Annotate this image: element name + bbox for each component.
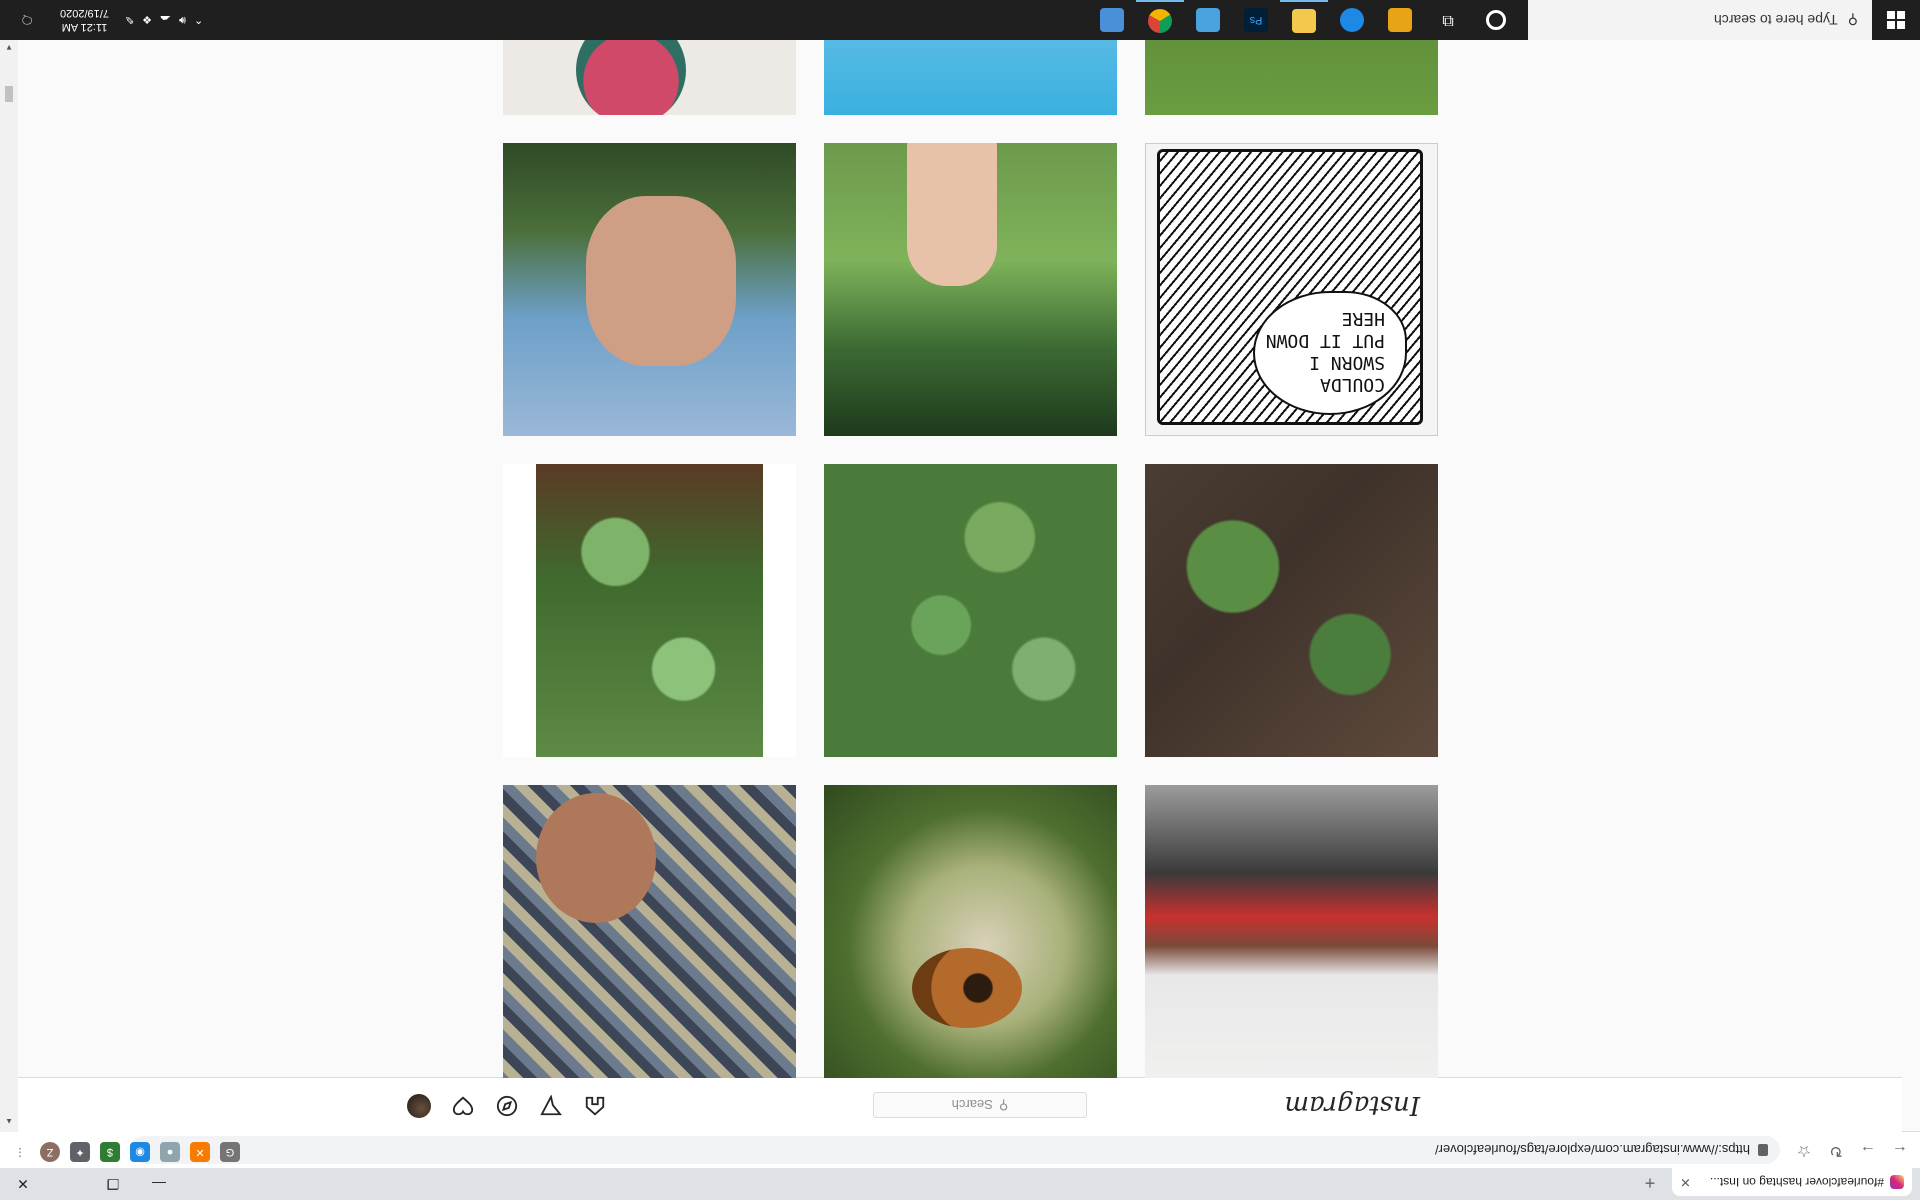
hand-clover-photo[interactable] [824, 143, 1117, 436]
system-tray: ⌃ 🕪 ☁ ❖ ✎ 11:21 AM 7/19/2020 🗨 [0, 0, 203, 40]
clover-leaves-image [536, 464, 763, 757]
activity-icon[interactable] [450, 1093, 476, 1119]
browser-toolbar: ← → ↻ ☆ https://www.instagram.com/explor… [0, 1131, 1920, 1168]
direct-icon[interactable] [538, 1093, 564, 1119]
notifications-icon[interactable]: 🗨 [10, 0, 44, 40]
home-icon[interactable] [582, 1093, 608, 1119]
comic-clover-panel[interactable]: COULDA SWORN I PUT IT DOWN HERE [1145, 143, 1438, 436]
url-text: https://www.instagram.com/explore/tags/f… [1434, 1142, 1750, 1158]
taskbar-search-placeholder: Type here to search [1713, 12, 1838, 28]
avatar [407, 1094, 431, 1118]
forward-icon[interactable]: → [1856, 1138, 1880, 1162]
extension-blue-icon[interactable]: ◉ [130, 1142, 150, 1162]
scroll-up-arrow-icon[interactable]: ▲ [5, 1117, 13, 1126]
comic-text-line: SWORN I [1309, 352, 1385, 373]
browser-tab[interactable]: #fourleafclover hashtag on Inst... ✕ [1672, 1168, 1912, 1196]
tab-close-icon[interactable]: ✕ [1680, 1174, 1691, 1190]
bookmark-icon[interactable]: ☆ [1792, 1138, 1816, 1162]
man-plaid-photo[interactable] [503, 785, 796, 1078]
windows-logo-icon [1887, 11, 1905, 29]
edge-icon[interactable] [1328, 0, 1376, 40]
search-icon: ⚲ [1847, 12, 1858, 29]
comic-text-line: COULDA [1319, 374, 1385, 395]
page-scrollbar[interactable]: ▲ ▼ [0, 38, 18, 1132]
extension-grammarly-icon[interactable]: G [220, 1142, 240, 1162]
cortana-icon[interactable] [1472, 0, 1520, 40]
scroll-down-arrow-icon[interactable]: ▼ [5, 43, 13, 52]
chrome-icon[interactable] [1136, 0, 1184, 40]
grid-row [503, 464, 1438, 757]
address-bar[interactable]: https://www.instagram.com/explore/tags/f… [130, 1136, 1780, 1164]
hand [586, 196, 736, 366]
butterfly-wing [912, 948, 1022, 1028]
instagram-nav-icons [406, 1093, 608, 1119]
man-head [536, 793, 656, 923]
grid-row [503, 785, 1438, 1078]
clover-soil-photo[interactable] [1145, 464, 1438, 757]
post-grid: COULDA SWORN I PUT IT DOWN HERE [503, 0, 1438, 1078]
reload-icon[interactable]: ↻ [1824, 1138, 1848, 1162]
search-placeholder: Search [951, 1097, 993, 1113]
settings-icon[interactable] [1088, 0, 1136, 40]
new-tab-button[interactable]: + [1638, 1172, 1662, 1194]
instagram-search-input[interactable]: ⚲ Search [873, 1092, 1087, 1118]
grid-row: COULDA SWORN I PUT IT DOWN HERE [503, 143, 1438, 436]
resin-butterfly-photo[interactable] [824, 785, 1117, 1078]
time: 11:21 AM [61, 21, 108, 33]
extension-gray-icon[interactable]: ● [160, 1142, 180, 1162]
instagram-logo[interactable]: Instagram [1284, 1090, 1420, 1120]
clover-patch-photo[interactable] [824, 464, 1117, 757]
explorer-icon[interactable] [1280, 0, 1328, 40]
search-icon: ⚲ [998, 1098, 1009, 1113]
instagram-header: Instagram ⚲ Search [18, 1077, 1902, 1132]
onedrive-icon[interactable]: ☁ [160, 14, 171, 27]
store-icon[interactable] [1376, 0, 1424, 40]
arm [907, 143, 997, 286]
taskbar-search-box[interactable]: ⚲ Type here to search [1528, 0, 1872, 40]
garage-photo[interactable] [1145, 785, 1438, 1078]
close-window-button[interactable]: ✕ [0, 1168, 46, 1200]
explore-icon[interactable] [494, 1093, 520, 1119]
task-view-icon[interactable]: ⧉ [1424, 0, 1472, 40]
extension-money-icon[interactable]: $ [100, 1142, 120, 1162]
browser-menu-icon[interactable]: ⋮ [10, 1142, 30, 1162]
comic-text-line: PUT IT DOWN [1265, 330, 1385, 351]
scrollbar-thumb[interactable] [5, 86, 13, 102]
dropbox-icon[interactable]: ❖ [142, 14, 152, 27]
sky-clover-photo[interactable] [503, 143, 796, 436]
back-icon[interactable]: ← [1888, 1138, 1912, 1162]
instagram-favicon-icon [1890, 1175, 1904, 1189]
date: 7/19/2020 [60, 7, 109, 19]
photoshop-icon[interactable]: Ps [1232, 0, 1280, 40]
lock-icon [1758, 1144, 1768, 1156]
tab-title: #fourleafclover hashtag on Inst... [1709, 1175, 1884, 1189]
chevron-up-icon[interactable]: ⌃ [194, 14, 203, 27]
profile-avatar-icon[interactable]: Z [40, 1142, 60, 1162]
minimize-button[interactable]: — [136, 1168, 182, 1200]
comic-text-line: HERE [1341, 308, 1385, 329]
photos-icon[interactable] [1184, 0, 1232, 40]
start-button[interactable] [1872, 0, 1920, 40]
profile-avatar[interactable] [406, 1093, 432, 1119]
volume-icon[interactable]: 🕪 [179, 14, 186, 27]
extensions-area: G ✕ ● ◉ $ ✦ Z ⋮ [10, 1142, 240, 1162]
clock[interactable]: 11:21 AM 7/19/2020 [52, 6, 117, 34]
extensions-puzzle-icon[interactable]: ✦ [70, 1142, 90, 1162]
clover-leaves-photo[interactable] [503, 464, 796, 757]
taskbar-apps: ⧉ Ps [1088, 0, 1520, 40]
maximize-button[interactable]: ❐ [90, 1168, 136, 1200]
extension-orange-icon[interactable]: ✕ [190, 1142, 210, 1162]
screen: #fourleafclover hashtag on Inst... ✕ + —… [0, 0, 1920, 1200]
pen-icon[interactable]: ✎ [125, 14, 134, 27]
browser-tab-bar: #fourleafclover hashtag on Inst... ✕ + —… [0, 1168, 1920, 1200]
windows-taskbar: ⚲ Type here to search ⧉ Ps ⌃ 🕪 ☁ ❖ ✎ 11:… [0, 0, 1920, 40]
